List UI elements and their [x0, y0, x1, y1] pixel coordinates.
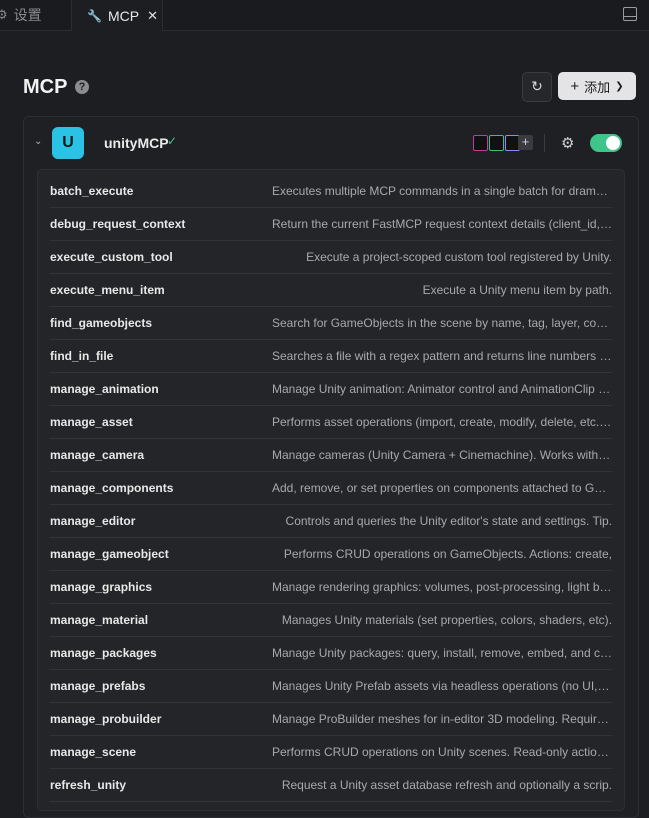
tool-description: Executes multiple MCP commands in a sing…	[272, 183, 612, 198]
refresh-button[interactable]: ↻	[522, 72, 552, 102]
tool-name: manage_packages	[50, 645, 157, 660]
server-name: unityMCP	[104, 135, 169, 151]
tool-row[interactable]: manage_camera Manage cameras (Unity Camer…	[50, 438, 612, 472]
client-icons	[473, 135, 520, 151]
toggle-knob	[606, 136, 620, 150]
tool-row[interactable]: execute_custom_tool Execute a project-sco…	[50, 240, 612, 274]
tool-name: manage_probuilder	[50, 711, 162, 726]
server-enable-toggle[interactable]	[590, 134, 622, 152]
tool-row[interactable]: manage_graphics Manage rendering graphics…	[50, 570, 612, 604]
tool-row[interactable]: find_in_file Searches a file with a regex…	[50, 339, 612, 373]
tool-description: Add, remove, or set properties on compon…	[272, 480, 612, 495]
help-icon[interactable]: ?	[75, 80, 89, 94]
tool-name: manage_scene	[50, 744, 137, 759]
tool-description: Manages Unity materials (set properties,…	[281, 612, 612, 627]
tool-name: debug_request_context	[50, 216, 186, 231]
tool-description: Execute a project-scoped custom tool reg…	[306, 249, 612, 264]
tool-name: manage_camera	[50, 447, 145, 462]
tool-row[interactable]: refresh_unity Request a Unity asset datab…	[50, 768, 612, 802]
gear-icon: ⚙	[0, 7, 8, 22]
tool-description: Request a Unity asset database refresh a…	[281, 777, 612, 792]
tool-row[interactable]: manage_animation Manage Unity animation: …	[50, 372, 612, 406]
server-settings-icon[interactable]: ⚙	[561, 134, 574, 152]
refresh-icon: ↻	[531, 78, 543, 94]
plus-icon: +	[570, 77, 580, 95]
panel-layout-icon[interactable]	[623, 7, 637, 21]
tool-description: Performs CRUD operations on Unity scenes…	[272, 744, 612, 759]
add-button-label: 添加	[584, 79, 611, 95]
tool-row[interactable]: manage_probuilder Manage ProBuilder meshe…	[50, 702, 612, 736]
tool-description: Manage cameras (Unity Camera + Cinemachi…	[272, 447, 612, 462]
tool-name: manage_material	[50, 612, 149, 627]
tool-row[interactable]: manage_gameobject Performs CRUD operation…	[50, 537, 612, 571]
tool-description: Search for GameObjects in the scene by n…	[272, 315, 612, 330]
tool-row[interactable]: execute_menu_item Execute a Unity menu it…	[50, 273, 612, 307]
tab-mcp-label: MCP	[107, 7, 140, 24]
tool-description: Controls and queries the Unity editor's …	[285, 513, 612, 528]
tool-name: manage_asset	[50, 414, 133, 429]
page-title: MCP	[23, 76, 68, 98]
tool-row[interactable]: manage_components Add, remove, or set pro…	[50, 471, 612, 505]
tool-name: manage_gameobject	[50, 546, 169, 561]
tool-description: Return the current FastMCP request conte…	[272, 216, 612, 231]
tool-row[interactable]: manage_asset Performs asset operations (i…	[50, 405, 612, 439]
client-app-icon[interactable]	[489, 135, 504, 151]
chevron-down-icon: ❯	[615, 80, 624, 92]
tool-name: execute_custom_tool	[50, 249, 173, 264]
tool-name: manage_graphics	[50, 579, 153, 594]
tool-description: Manage rendering graphics: volumes, post…	[272, 579, 612, 594]
tool-description: Searches a file with a regex pattern and…	[272, 348, 612, 363]
tool-name: find_in_file	[50, 348, 114, 363]
add-button[interactable]: + 添加 ❯	[558, 72, 636, 100]
tool-row[interactable]: batch_execute Executes multiple MCP comma…	[50, 174, 612, 208]
wrench-icon: 🔧	[87, 8, 102, 23]
add-client-button[interactable]: +	[518, 135, 533, 150]
check-icon: ✓	[167, 134, 178, 148]
tool-description: Manage ProBuilder meshes for in-editor 3…	[272, 711, 612, 726]
divider	[544, 134, 545, 152]
tool-description: Performs asset operations (import, creat…	[272, 414, 612, 429]
tool-name: manage_editor	[50, 513, 136, 528]
tab-settings[interactable]: ⚙ 设置	[0, 0, 72, 30]
tool-description: Execute a Unity menu item by path.	[422, 282, 612, 297]
tool-description: Manage Unity animation: Animator control…	[272, 381, 612, 396]
client-app-icon[interactable]	[473, 135, 488, 151]
tool-description: Performs CRUD operations on GameObjects.…	[283, 546, 612, 561]
tool-description: Manage Unity packages: query, install, r…	[272, 645, 612, 660]
tool-name: refresh_unity	[50, 777, 127, 792]
tool-row[interactable]: manage_material Manages Unity materials (…	[50, 603, 612, 637]
tab-settings-label: 设置	[13, 7, 42, 23]
tool-row[interactable]: manage_scene Performs CRUD operations on …	[50, 735, 612, 769]
tools-list: batch_execute Executes multiple MCP comma…	[37, 169, 625, 811]
tool-name: manage_prefabs	[50, 678, 146, 693]
tool-row[interactable]: manage_packages Manage Unity packages: qu…	[50, 636, 612, 670]
tab-bar: ⚙ 设置 🔧 MCP ✕	[0, 0, 649, 31]
tool-row[interactable]: debug_request_context Return the current …	[50, 207, 612, 241]
tool-row[interactable]: manage_prefabs Manages Unity Prefab asset…	[50, 669, 612, 703]
tool-description: Manages Unity Prefab assets via headless…	[272, 678, 612, 693]
tool-name: manage_components	[50, 480, 174, 495]
close-icon[interactable]: ✕	[147, 8, 158, 24]
tool-name: execute_menu_item	[50, 282, 165, 297]
server-avatar: U	[52, 127, 84, 159]
chevron-down-icon[interactable]: ⌄	[34, 136, 42, 147]
tool-row[interactable]: manage_editor Controls and queries the Un…	[50, 504, 612, 538]
tool-name: manage_animation	[50, 381, 159, 396]
tool-row[interactable]: find_gameobjects Search for GameObjects i…	[50, 306, 612, 340]
tab-mcp[interactable]: 🔧 MCP ✕	[72, 0, 163, 31]
tool-name: find_gameobjects	[50, 315, 153, 330]
tool-name: batch_execute	[50, 183, 134, 198]
